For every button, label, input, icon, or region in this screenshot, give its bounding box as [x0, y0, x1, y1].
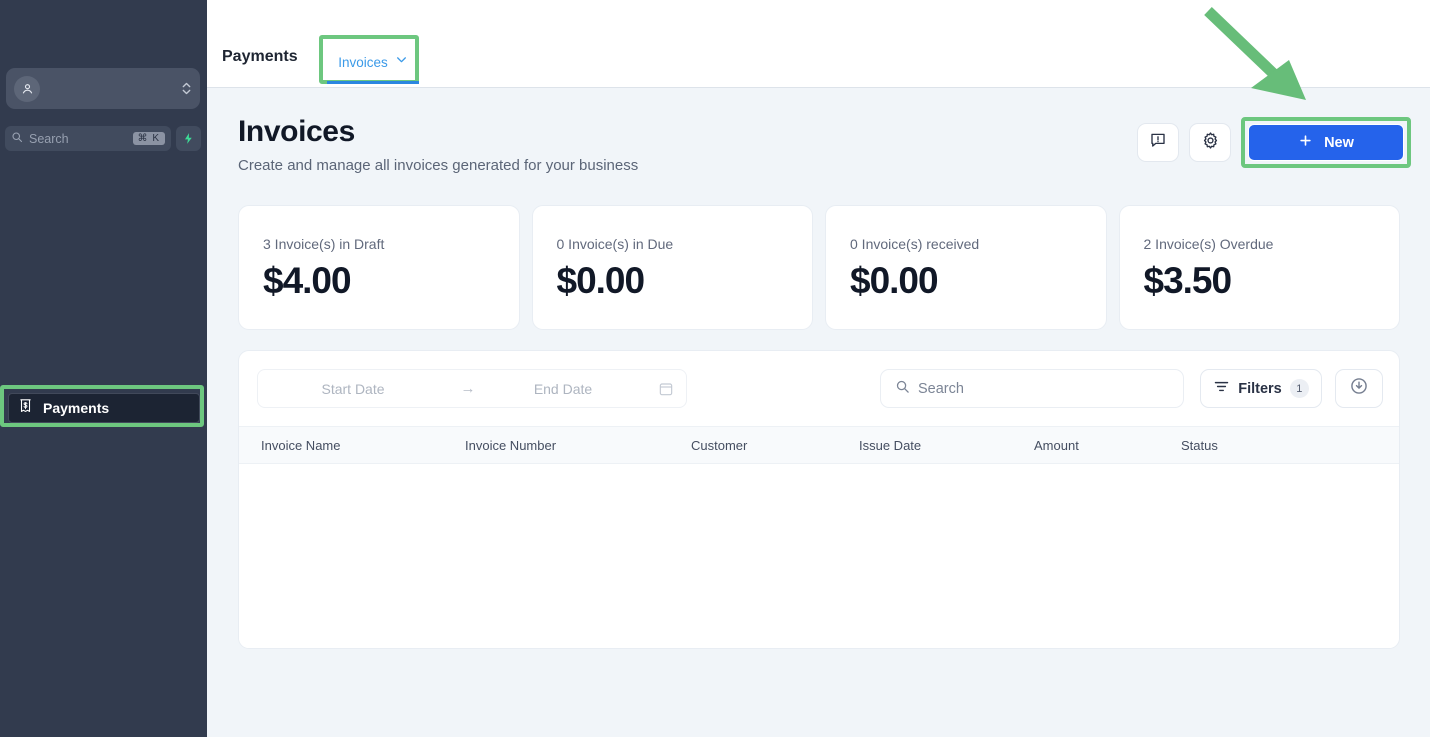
table-search-placeholder: Search: [918, 380, 964, 397]
user-avatar-icon: [14, 75, 40, 102]
calendar-icon: [658, 381, 674, 397]
search-shortcut-badge: ⌘ K: [132, 132, 165, 145]
filters-label: Filters: [1238, 380, 1282, 397]
comment-alert-icon: [1149, 131, 1167, 154]
invoices-page: Search ⌘ K Payments Payments Invoices In…: [0, 0, 1430, 737]
sidebar: Search ⌘ K Payments: [0, 0, 207, 737]
page-subtitle: Create and manage all invoices generated…: [238, 157, 639, 174]
search-icon: [11, 130, 23, 148]
stat-value: $0.00: [850, 260, 939, 301]
stat-value: $4.00: [263, 260, 352, 301]
column-header-status[interactable]: Status: [1181, 438, 1218, 453]
table-toolbar: Start Date → End Date Search Filters 1: [239, 351, 1399, 426]
column-header-invoice-name[interactable]: Invoice Name: [261, 438, 465, 453]
column-header-invoice-number[interactable]: Invoice Number: [465, 438, 691, 453]
filters-button[interactable]: Filters 1: [1200, 369, 1322, 408]
end-date-input[interactable]: End Date: [488, 381, 638, 397]
stat-label: 2 Invoice(s) Overdue: [1143, 236, 1274, 252]
invoices-table-card: Start Date → End Date Search Filters 1 I…: [238, 350, 1400, 649]
search-placeholder: Search: [29, 131, 69, 146]
stat-value: $3.50: [1143, 260, 1233, 301]
plus-icon: [1298, 133, 1313, 152]
search-input[interactable]: Search ⌘ K: [5, 126, 171, 151]
tab-invoices-highlight: Invoices: [319, 35, 419, 84]
stat-card-received[interactable]: 0 Invoice(s) received $0.00: [825, 205, 1107, 330]
start-date-input[interactable]: Start Date: [258, 381, 448, 397]
table-body-empty: [239, 464, 1399, 648]
new-button-label: New: [1324, 134, 1354, 151]
stat-label: 0 Invoice(s) in Due: [556, 236, 674, 252]
sparkle-icon[interactable]: [176, 126, 201, 151]
stat-cards: 3 Invoice(s) in Draft $4.00 0 Invoice(s)…: [238, 205, 1400, 330]
sidebar-search-row: Search ⌘ K: [5, 126, 201, 151]
stat-card-draft[interactable]: 3 Invoice(s) in Draft $4.00: [238, 205, 520, 330]
range-arrow-icon: →: [460, 380, 476, 397]
gear-icon: [1201, 131, 1220, 155]
tab-invoices-label: Invoices: [338, 54, 388, 70]
export-button[interactable]: [1335, 369, 1383, 408]
filters-count-badge: 1: [1289, 379, 1309, 398]
column-header-issue-date[interactable]: Issue Date: [859, 438, 1034, 453]
topbar: Payments Invoices: [207, 0, 1430, 88]
settings-button[interactable]: [1189, 123, 1231, 162]
column-header-amount[interactable]: Amount: [1034, 438, 1181, 453]
date-range-picker[interactable]: Start Date → End Date: [257, 369, 687, 408]
header-actions: New: [1137, 117, 1411, 168]
sidebar-item-payments[interactable]: Payments: [8, 393, 200, 423]
page-header: Invoices Create and manage all invoices …: [238, 115, 638, 174]
receipt-dollar-icon: [18, 398, 33, 419]
table-search-input[interactable]: Search: [880, 369, 1184, 408]
column-header-customer[interactable]: Customer: [691, 438, 859, 453]
stat-value: $0.00: [556, 260, 646, 301]
stat-label: 0 Invoice(s) received: [850, 236, 980, 252]
feedback-button[interactable]: [1137, 123, 1179, 162]
filter-lines-icon: [1213, 378, 1230, 399]
chevron-down-icon: [395, 53, 408, 71]
table-header-row: Invoice Name Invoice Number Customer Iss…: [239, 426, 1399, 464]
breadcrumb-payments[interactable]: Payments: [222, 48, 298, 66]
stat-card-due[interactable]: 0 Invoice(s) in Due $0.00: [531, 205, 813, 330]
stat-card-overdue[interactable]: 2 Invoice(s) Overdue $3.50: [1118, 205, 1400, 330]
tab-invoices[interactable]: Invoices: [327, 43, 419, 84]
new-button[interactable]: New: [1248, 124, 1404, 161]
chevron-up-down-icon: [181, 80, 192, 97]
new-button-highlight: New: [1241, 117, 1411, 168]
org-selector[interactable]: [6, 68, 200, 109]
search-icon: [895, 379, 910, 398]
stat-label: 3 Invoice(s) in Draft: [263, 236, 385, 252]
sidebar-item-label: Payments: [43, 400, 110, 416]
page-title: Invoices: [238, 115, 355, 148]
download-circle-icon: [1349, 376, 1369, 401]
sidebar-item-payments-highlight: Payments: [0, 385, 204, 427]
